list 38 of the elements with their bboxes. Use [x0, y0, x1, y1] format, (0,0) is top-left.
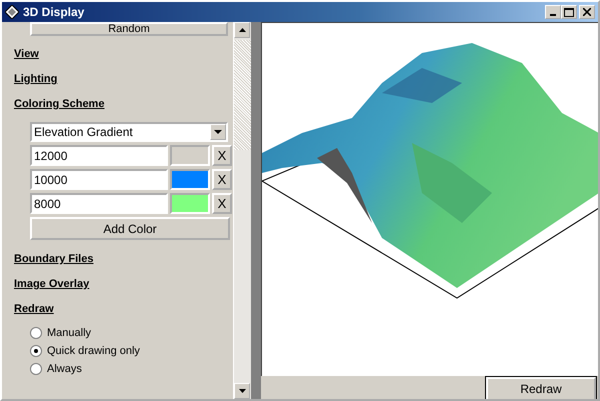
- section-link[interactable]: View: [14, 48, 233, 60]
- radio-label: Always: [47, 363, 82, 375]
- scheme-dropdown[interactable]: Elevation Gradient: [30, 122, 228, 142]
- window-title: 3D Display: [23, 5, 86, 19]
- app-icon: [5, 5, 19, 19]
- close-button[interactable]: [579, 5, 595, 19]
- remove-button[interactable]: X: [212, 193, 232, 214]
- add-color-button[interactable]: Add Color: [30, 217, 230, 240]
- scroll-up-button[interactable]: [234, 22, 250, 38]
- radio-label: Quick drawing only: [47, 345, 140, 357]
- color-swatch[interactable]: [170, 193, 210, 214]
- scroll-down-button[interactable]: [234, 383, 250, 399]
- remove-button[interactable]: X: [212, 145, 232, 166]
- color-swatch[interactable]: [170, 169, 210, 190]
- maximize-button[interactable]: [561, 5, 577, 19]
- section-link[interactable]: Coloring Scheme: [14, 98, 233, 110]
- section-link[interactable]: Image Overlay: [14, 278, 233, 290]
- minimize-button[interactable]: [545, 5, 561, 19]
- close-icon: [583, 8, 591, 16]
- remove-button[interactable]: X: [212, 169, 232, 190]
- scrollbar-thumb[interactable]: [234, 38, 251, 150]
- elevation-field[interactable]: 8000: [30, 193, 168, 214]
- section-link[interactable]: Boundary Files: [14, 253, 233, 265]
- down-arrow-icon: [238, 389, 246, 393]
- color-swatch[interactable]: [170, 145, 210, 166]
- section-link[interactable]: Redraw: [14, 303, 233, 315]
- radio-label: Manually: [47, 327, 92, 339]
- random-button[interactable]: Random: [30, 22, 228, 36]
- dropdown-arrow-icon: [214, 130, 222, 134]
- radio-button[interactable]: [30, 363, 42, 375]
- up-arrow-icon: [238, 28, 246, 32]
- maximize-icon: [564, 8, 574, 16]
- elevation-field[interactable]: 12000: [30, 145, 168, 166]
- redraw-button[interactable]: Redraw: [486, 377, 596, 399]
- radio-button[interactable]: [30, 327, 42, 339]
- section-link[interactable]: Lighting: [14, 73, 233, 85]
- radio-button[interactable]: [30, 345, 42, 357]
- elevation-field[interactable]: 10000: [30, 169, 168, 190]
